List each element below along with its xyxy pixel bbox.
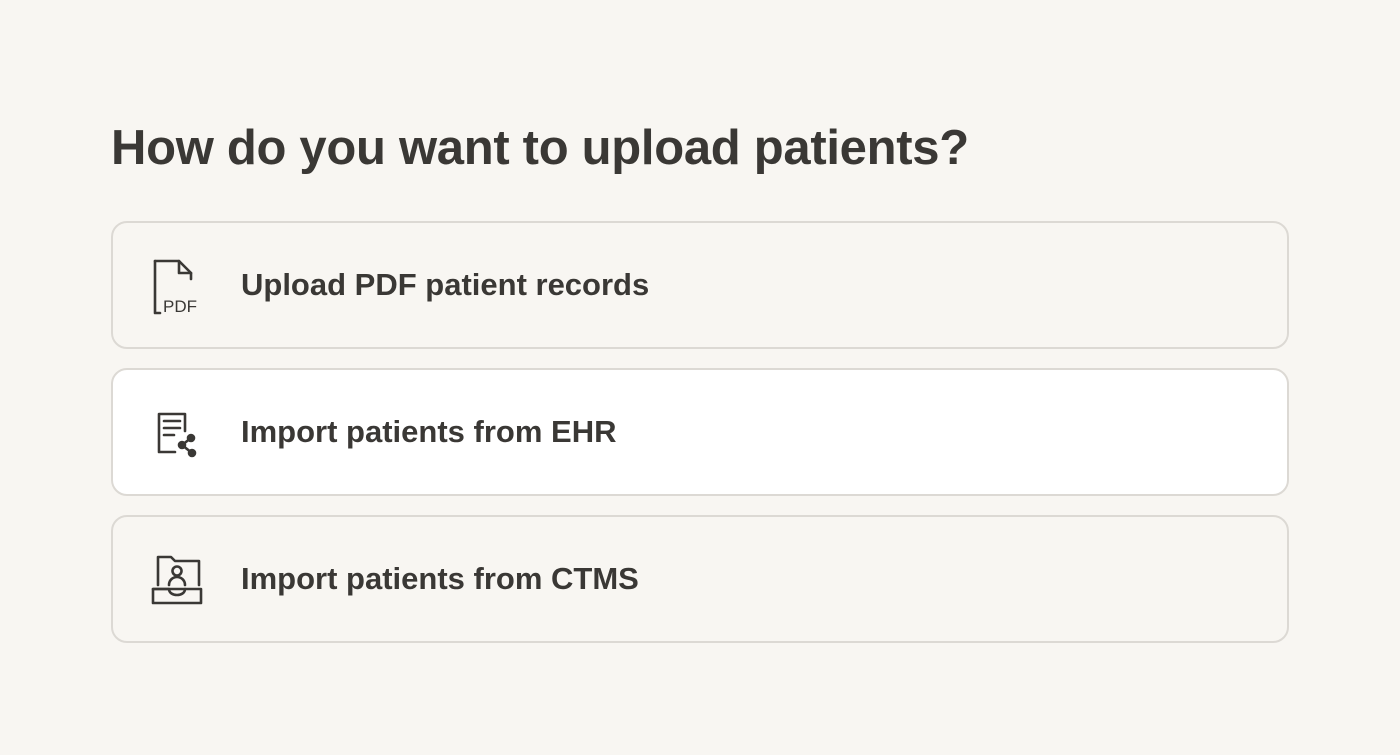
patient-folder-icon xyxy=(147,549,207,609)
upload-patients-page: How do you want to upload patients? PDF … xyxy=(0,0,1400,755)
pdf-file-icon: PDF xyxy=(147,255,207,315)
option-upload-pdf[interactable]: PDF Upload PDF patient records xyxy=(111,221,1289,349)
ehr-share-icon xyxy=(147,402,207,462)
svg-text:PDF: PDF xyxy=(163,297,197,315)
option-label: Upload PDF patient records xyxy=(241,267,650,302)
upload-options-list: PDF Upload PDF patient records Import pa… xyxy=(111,221,1289,662)
page-title: How do you want to upload patients? xyxy=(111,121,969,175)
option-label: Import patients from CTMS xyxy=(241,561,639,596)
option-label: Import patients from EHR xyxy=(241,414,617,449)
option-import-ctms[interactable]: Import patients from CTMS xyxy=(111,515,1289,643)
option-import-ehr[interactable]: Import patients from EHR xyxy=(111,368,1289,496)
